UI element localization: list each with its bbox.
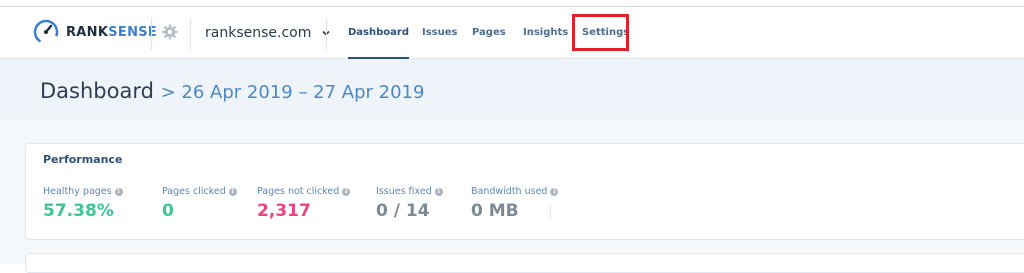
- metric-pages-not-clicked: Pages not clicked i 2,317: [257, 186, 351, 221]
- main-content: Performance Healthy pages i 57.38% Pages …: [0, 121, 1024, 273]
- info-icon[interactable]: i: [550, 187, 559, 196]
- tab-issues[interactable]: Issues: [422, 7, 457, 58]
- navbar-divider: [151, 18, 152, 50]
- site-selector-value: ranksense.com: [205, 25, 312, 41]
- page-header: Dashboard > 26 Apr 2019 – 27 Apr 2019: [0, 59, 1024, 121]
- metric-value: 0 / 14: [376, 201, 430, 221]
- site-selector[interactable]: ranksense.com: [205, 23, 331, 43]
- metric-value: 0 MB: [471, 201, 519, 221]
- performance-card: Performance Healthy pages i 57.38% Pages …: [25, 143, 1024, 240]
- metric-pages-clicked: Pages clicked i 0: [162, 186, 237, 221]
- brand-name: RANKSENSE: [66, 24, 158, 40]
- page-title-text: Dashboard: [40, 79, 154, 103]
- card-title: Performance: [43, 153, 123, 166]
- metric-bandwidth-used: Bandwidth used i 0 MB: [471, 186, 559, 221]
- info-icon[interactable]: i: [228, 187, 237, 196]
- settings-highlight-box: [572, 14, 629, 51]
- metric-value: 57.38%: [43, 201, 114, 221]
- gear-icon[interactable]: [162, 24, 178, 40]
- info-icon[interactable]: i: [342, 187, 351, 196]
- metric-healthy-pages: Healthy pages i 57.38%: [43, 186, 123, 221]
- metric-label: Bandwidth used: [471, 186, 548, 197]
- metric-divider: [550, 206, 551, 220]
- metric-label: Pages clicked: [162, 186, 226, 197]
- metric-value: 0: [162, 201, 174, 221]
- navbar-divider: [326, 18, 327, 50]
- metric-value: 2,317: [257, 201, 311, 221]
- metric-issues-fixed: Issues fixed i 0 / 14: [376, 186, 443, 221]
- tab-pages[interactable]: Pages: [472, 7, 506, 58]
- tab-dashboard[interactable]: Dashboard: [348, 7, 409, 59]
- top-navbar: RANKSENSE ranksense.com Dashboard Issues…: [0, 7, 1024, 59]
- brand-logo[interactable]: RANKSENSE: [32, 18, 157, 46]
- page-title: Dashboard > 26 Apr 2019 – 27 Apr 2019: [40, 79, 424, 103]
- next-card: [25, 253, 1024, 273]
- tab-insights[interactable]: Insights: [523, 7, 568, 58]
- metric-label: Pages not clicked: [257, 186, 340, 197]
- metric-label: Healthy pages: [43, 186, 112, 197]
- date-range[interactable]: > 26 Apr 2019 – 27 Apr 2019: [161, 82, 425, 103]
- info-icon[interactable]: i: [434, 187, 443, 196]
- info-icon[interactable]: i: [114, 187, 123, 196]
- gauge-icon: [33, 19, 59, 45]
- metric-label: Issues fixed: [376, 186, 432, 197]
- navbar-divider: [190, 18, 191, 50]
